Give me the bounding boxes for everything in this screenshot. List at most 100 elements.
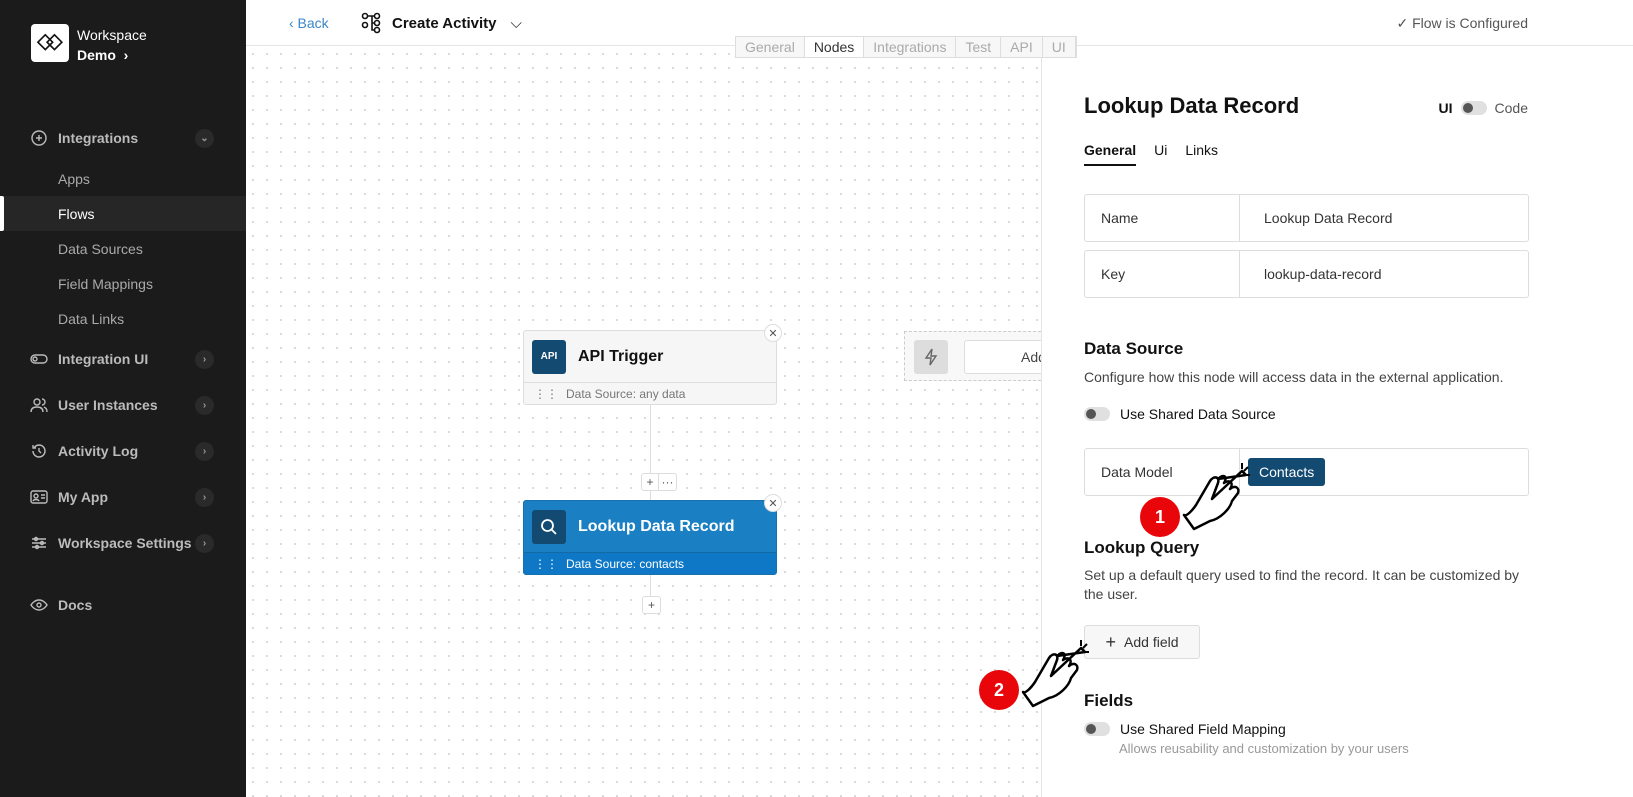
lookup-query-description: Set up a default query used to find the …	[1084, 567, 1520, 602]
tab-ui[interactable]: UI	[1043, 37, 1076, 57]
flow-status-text: Flow is Configured	[1412, 15, 1528, 31]
close-icon[interactable]: ✕	[764, 324, 782, 342]
tab-links[interactable]: Links	[1185, 142, 1218, 166]
toggle-switch[interactable]	[1084, 722, 1110, 736]
pointer-hand-icon	[1182, 463, 1250, 531]
sidebar-item-user-instances[interactable]: User Instances ›	[0, 382, 246, 428]
add-field-label: Add field	[1124, 634, 1179, 650]
add-field-button[interactable]: + Add field	[1084, 625, 1200, 659]
users-icon	[30, 396, 48, 414]
close-icon[interactable]: ✕	[764, 494, 782, 512]
more-icon[interactable]: ···	[659, 474, 676, 490]
data-model-chip[interactable]: Contacts	[1248, 458, 1326, 486]
shared-data-source-toggle[interactable]: Use Shared Data Source	[1084, 406, 1276, 422]
flow-status: ✓ Flow is Configured	[1396, 15, 1528, 32]
sidebar-item-label: Activity Log	[58, 443, 139, 459]
toggle-label: Use Shared Data Source	[1120, 406, 1276, 422]
tab-integrations[interactable]: Integrations	[864, 37, 957, 57]
name-field: Name Lookup Data Record	[1084, 194, 1529, 242]
workspace-name: Workspace	[77, 27, 147, 43]
toggle-label: Use Shared Field Mapping	[1120, 721, 1286, 737]
node-source: Data Source: contacts	[566, 556, 685, 571]
plus-icon: +	[1105, 631, 1117, 652]
sidebar-item-label: Docs	[58, 597, 93, 613]
node-api-trigger[interactable]: API API Trigger ⋮⋮ Data Source: any data ✕	[523, 324, 782, 405]
sidebar-item-label: Integrations	[58, 130, 139, 146]
tab-nodes[interactable]: Nodes	[804, 37, 865, 57]
workspace-sub: Demo	[77, 47, 116, 63]
mode-code-label: Code	[1494, 100, 1528, 116]
data-source-icon: ⋮⋮	[534, 556, 558, 571]
sidebar-item-docs[interactable]: Docs	[0, 582, 246, 628]
mode-ui-label: UI	[1438, 100, 1453, 116]
sidebar-item-integrations[interactable]: Integrations ⌄	[0, 115, 246, 161]
flow-canvas[interactable]	[246, 47, 1041, 797]
shared-field-mapping-toggle[interactable]: Use Shared Field Mapping	[1084, 721, 1286, 737]
node-lookup-data-record[interactable]: Lookup Data Record ⋮⋮ Data Source: contac…	[523, 494, 782, 575]
sidebar-item-field-mappings[interactable]: Field Mappings	[0, 266, 246, 301]
sidebar-nav: Integrations ⌄ Apps Flows Data Sources Field …	[0, 115, 246, 628]
key-input[interactable]: lookup-data-record	[1240, 251, 1382, 297]
mode-switch[interactable]: UI Code	[1439, 100, 1528, 116]
add-node-button[interactable]: +	[642, 596, 661, 614]
mode-toggle[interactable]	[1460, 101, 1487, 115]
sidebar-item-label: Data Sources	[58, 240, 143, 257]
sidebar-item-data-sources[interactable]: Data Sources	[0, 231, 246, 266]
node-actions: + ···	[641, 473, 677, 491]
data-model-field: Data Model Contacts	[1084, 448, 1529, 496]
chevron-right-icon[interactable]: ›	[195, 533, 214, 553]
key-label: Key	[1085, 251, 1240, 297]
sidebar-item-label: Workspace Settings	[58, 535, 192, 551]
sidebar-item-apps[interactable]: Apps	[0, 161, 246, 196]
id-card-icon	[30, 488, 48, 506]
sidebar-item-label: User Instances	[58, 397, 158, 413]
sidebar-item-workspace-settings[interactable]: Workspace Settings ›	[0, 520, 246, 566]
chevron-right-icon[interactable]: ›	[195, 487, 214, 507]
add-node-button[interactable]: +	[642, 474, 659, 490]
sidebar-item-label: Apps	[58, 170, 90, 187]
lookup-query-heading: Lookup Query	[1084, 538, 1200, 557]
lightning-icon	[914, 340, 948, 374]
api-badge: API	[532, 339, 566, 374]
sidebar-item-flows[interactable]: Flows	[0, 196, 246, 231]
sidebar-item-my-app[interactable]: My App ›	[0, 474, 246, 520]
sidebar-item-label: Flows	[58, 205, 95, 222]
node-title: Lookup Data Record	[578, 517, 735, 535]
flow-icon	[361, 12, 381, 34]
workspace-switcher[interactable]: Workspace Demo ›	[77, 25, 147, 65]
top-tabs: General Nodes Integrations Test API UI	[735, 36, 1077, 58]
toggle-icon	[30, 350, 48, 368]
check-icon: ✓	[1396, 15, 1409, 31]
toggle-switch[interactable]	[1084, 407, 1110, 421]
sidebar-item-label: Field Mappings	[58, 275, 153, 292]
tab-test[interactable]: Test	[956, 37, 1002, 57]
tab-general[interactable]: General	[1084, 142, 1137, 166]
ghost-node[interactable]: Add	[904, 331, 1041, 381]
chevron-right-icon[interactable]: ›	[195, 395, 214, 415]
sidebar-item-data-links[interactable]: Data Links	[0, 301, 246, 336]
sidebar-item-integration-ui[interactable]: Integration UI ›	[0, 336, 246, 382]
tab-api[interactable]: API	[1001, 37, 1043, 57]
sidebar-item-label: My App	[58, 489, 109, 505]
flow-title[interactable]: Create Activity ⌵	[361, 12, 522, 34]
name-input[interactable]: Lookup Data Record	[1240, 195, 1392, 241]
sidebar: Workspace Demo › Integrations ⌄ Apps Flows Da…	[0, 0, 246, 797]
field-mapping-hint: Allows reusability and customization by …	[1119, 741, 1409, 756]
chevron-right-icon[interactable]: ›	[195, 349, 214, 369]
node-title: API Trigger	[578, 347, 664, 365]
sidebar-item-activity-log[interactable]: Activity Log ›	[0, 428, 246, 474]
name-label: Name	[1085, 195, 1240, 241]
data-source-icon: ⋮⋮	[534, 386, 558, 401]
chevron-right-icon[interactable]: ›	[195, 441, 214, 461]
tab-general[interactable]: General	[736, 37, 805, 57]
chevron-down-icon[interactable]: ⌄	[195, 128, 214, 148]
workspace-logo[interactable]	[31, 24, 69, 62]
add-button[interactable]: Add	[964, 340, 1041, 374]
back-link[interactable]: ‹ Back	[289, 15, 329, 31]
search-icon	[532, 509, 566, 544]
pointer-hand-icon	[1021, 640, 1089, 708]
chevron-down-icon[interactable]: ⌵	[511, 15, 522, 32]
data-source-heading: Data Source	[1084, 339, 1184, 358]
tab-ui[interactable]: Ui	[1154, 142, 1167, 166]
fields-heading: Fields	[1084, 691, 1134, 710]
